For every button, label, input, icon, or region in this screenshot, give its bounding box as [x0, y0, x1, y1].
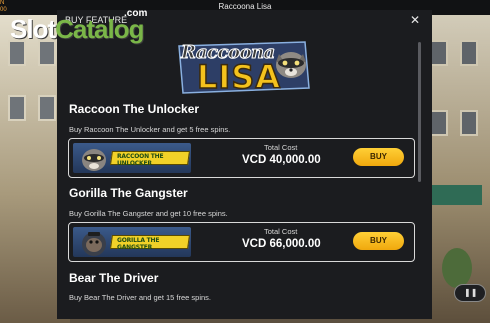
scrollbar[interactable]: [418, 42, 421, 182]
item-description-bear: Buy Bear The Driver and get 15 free spin…: [69, 293, 212, 302]
total-cost-label: Total Cost: [264, 143, 298, 152]
buy-button-gorilla[interactable]: BUY: [353, 232, 404, 250]
watermark-text: SlotCatalog: [10, 14, 144, 45]
window: [430, 110, 448, 136]
feature-thumbnail-gorilla: GORILLA THE GANGSTER: [73, 227, 191, 257]
plant: [442, 248, 472, 288]
item-title-gorilla: Gorilla The Gangster: [69, 186, 188, 200]
total-cost-label: Total Cost: [264, 227, 298, 236]
total-cost-value: VCD 40,000.00: [242, 154, 321, 166]
item-description-gorilla: Buy Gorilla The Gangster and get 10 free…: [69, 209, 228, 218]
purchase-card-raccoon: RACCOON THE UNLOCKER Total Cost VCD 40,0…: [68, 138, 415, 178]
close-icon[interactable]: ✕: [410, 13, 420, 27]
game-logo: Raccoona LISA: [175, 40, 311, 97]
item-title-raccoon: Raccoon The Unlocker: [69, 102, 200, 116]
item-title-bear: Bear The Driver: [69, 271, 159, 285]
window: [460, 40, 478, 66]
buy-button-raccoon[interactable]: BUY: [353, 148, 404, 166]
raccoon-character-icon: [82, 149, 106, 171]
logo-text-lisa: LISA: [196, 57, 282, 97]
thumbnail-label: GORILLA THE GANGSTER: [117, 237, 160, 251]
purchase-card-gorilla: GORILLA THE GANGSTER Total Cost VCD 66,0…: [68, 222, 415, 262]
buy-feature-modal: BUY FEATURE ✕ Raccoona LISA Raccoon The …: [57, 10, 432, 319]
raccoon-face-icon: [276, 52, 306, 78]
thumbnail-label: RACCOON THE UNLOCKER: [117, 153, 164, 167]
watermark-accent: Catalog: [55, 14, 144, 44]
total-cost-value: VCD 66,000.00: [242, 238, 321, 250]
watermark-prefix: Slot: [10, 14, 56, 44]
gorilla-character-icon: [82, 232, 106, 256]
autoplay-control[interactable]: ❚❚: [454, 284, 486, 302]
pause-icon: ❚❚: [464, 288, 478, 297]
window: [38, 95, 56, 121]
feature-thumbnail-raccoon: RACCOON THE UNLOCKER: [73, 143, 191, 173]
window: [430, 40, 448, 66]
window: [460, 110, 478, 136]
window: [8, 95, 26, 121]
item-description-raccoon: Buy Raccoon The Unlocker and get 5 free …: [69, 125, 231, 134]
